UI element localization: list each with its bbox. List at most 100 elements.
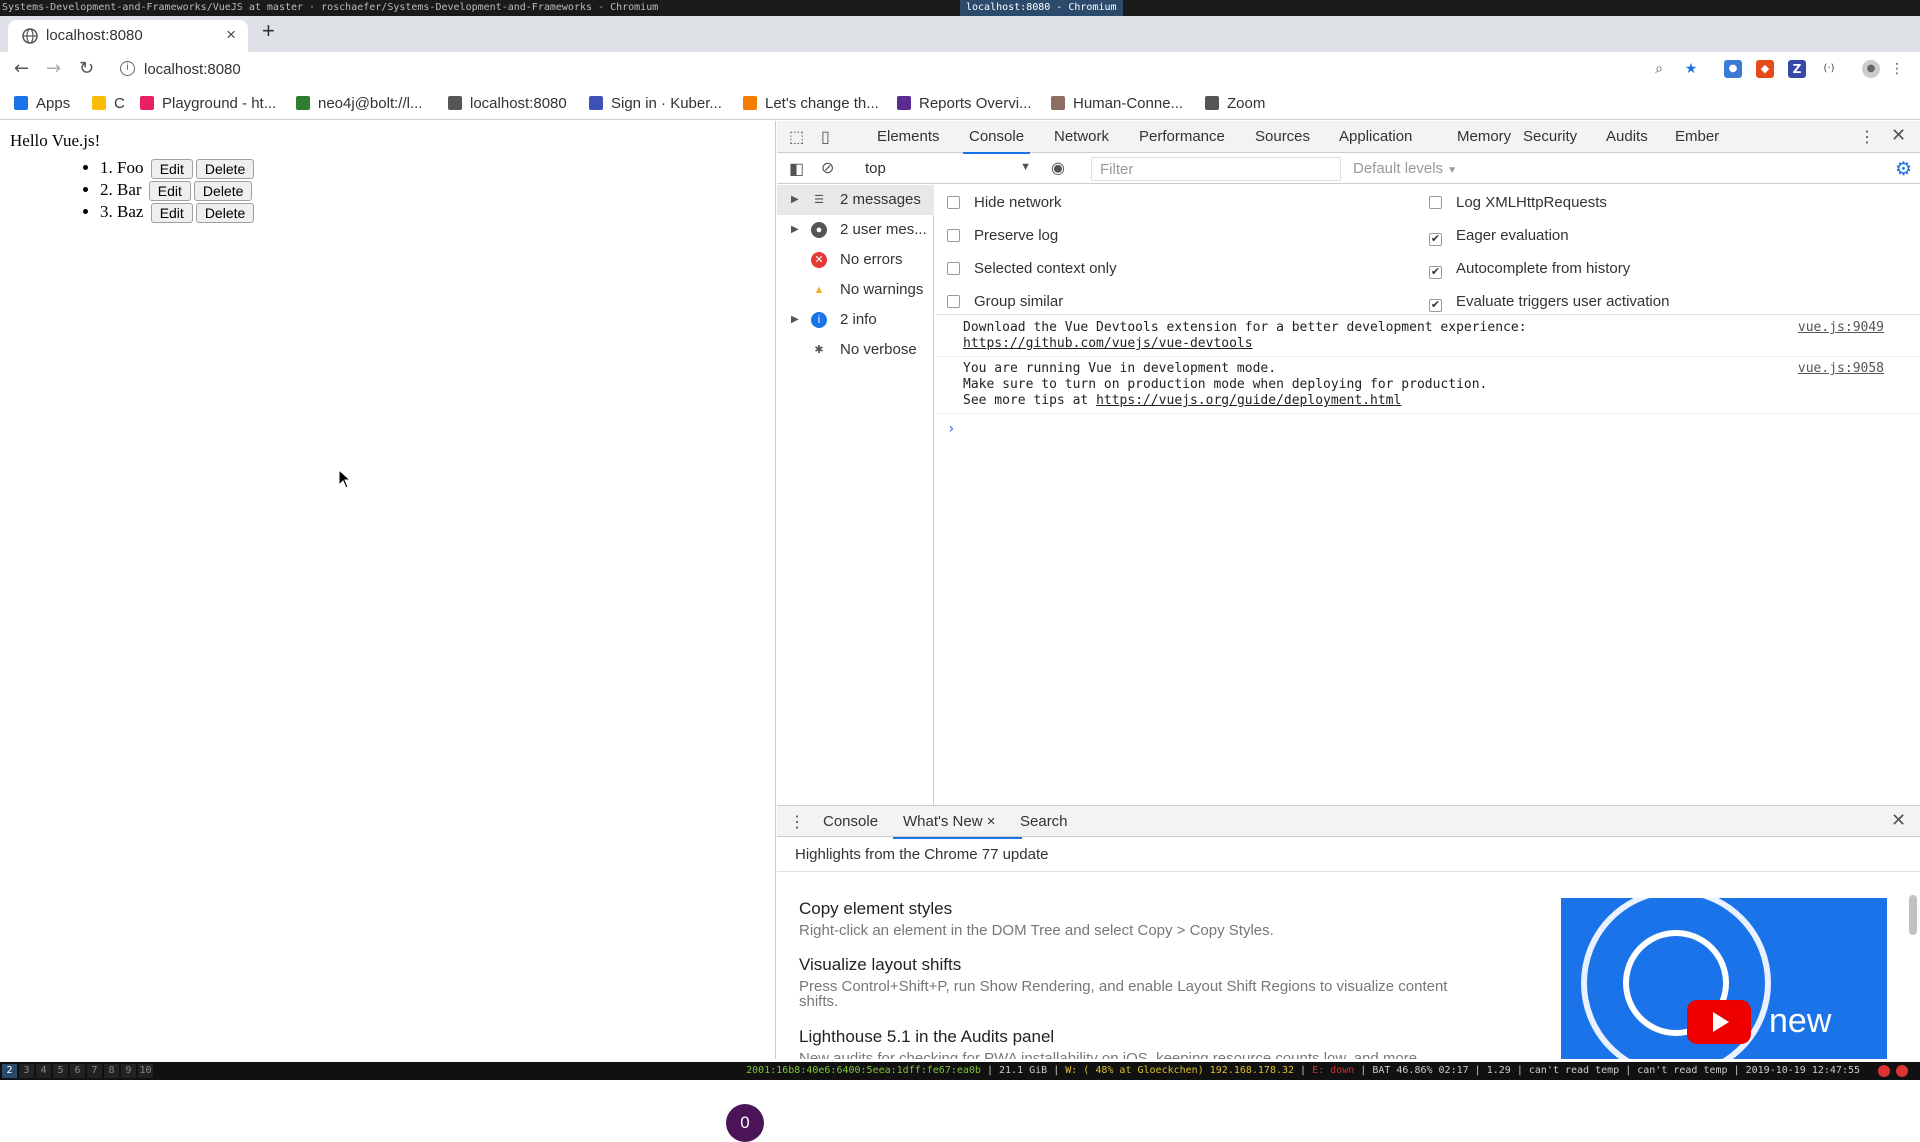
menu-kebab-icon[interactable]: ⋮: [1888, 60, 1906, 78]
workspace-button[interactable]: 6: [70, 1064, 85, 1078]
checkbox-unchecked[interactable]: [947, 196, 960, 209]
sidebar-item[interactable]: ▶ ● 2 user mes...: [777, 215, 934, 245]
message-link[interactable]: https://github.com/vuejs/vue-devtools: [963, 336, 1253, 351]
delete-button[interactable]: Delete: [195, 159, 255, 180]
zotero-icon[interactable]: Z: [1788, 60, 1806, 78]
checkbox-unchecked[interactable]: [1429, 196, 1442, 209]
workspace-button[interactable]: 8: [104, 1064, 119, 1078]
feature-title[interactable]: Copy element styles: [799, 899, 1479, 919]
bookmark-item[interactable]: Zoom: [1205, 94, 1265, 114]
bookmark-item[interactable]: C: [92, 94, 125, 114]
sidebar-item[interactable]: ▶ ☰ 2 messages: [777, 185, 934, 215]
bookmark-item[interactable]: neo4j@bolt://l...: [296, 94, 422, 114]
workspace-button[interactable]: 10: [138, 1064, 153, 1078]
edit-button[interactable]: Edit: [148, 181, 191, 202]
chrome-update-video-banner[interactable]: new: [1561, 898, 1887, 1059]
drawer-tab[interactable]: What's New ×: [893, 813, 1021, 839]
drawer-close-icon[interactable]: ✕: [1891, 810, 1906, 831]
console-settings-gear-icon[interactable]: ⚙: [1895, 158, 1912, 181]
tray-icon[interactable]: [1896, 1065, 1908, 1077]
devtools-tab-audits[interactable]: Audits: [1606, 128, 1648, 145]
bookmark-item[interactable]: Sign in · Kuber...: [589, 94, 722, 114]
console-setting[interactable]: ✔ Evaluate triggers user activation: [1429, 292, 1669, 312]
live-expression-eye-icon[interactable]: ◉: [1051, 158, 1065, 178]
bookmark-item[interactable]: Reports Overvi...: [897, 94, 1032, 114]
feature-title[interactable]: Lighthouse 5.1 in the Audits panel: [799, 1027, 1479, 1047]
reload-icon[interactable]: ↻: [79, 58, 94, 79]
expand-arrow-icon[interactable]: ▶: [791, 215, 799, 245]
devtools-tab-security[interactable]: Security: [1523, 128, 1577, 145]
site-info-icon[interactable]: i: [120, 61, 135, 76]
drawer-tab[interactable]: Console: [823, 813, 878, 830]
bookmark-item[interactable]: Human-Conne...: [1051, 94, 1183, 114]
workspace-button[interactable]: 4: [36, 1064, 51, 1078]
extension-icon[interactable]: (·): [1820, 60, 1838, 78]
sidebar-toggle-icon[interactable]: ◧: [789, 159, 804, 179]
devtools-menu-icon[interactable]: ⋮: [1859, 127, 1875, 147]
console-setting[interactable]: Group similar: [947, 292, 1063, 312]
devtools-tab-elements[interactable]: Elements: [877, 128, 940, 145]
devtools-tab-memory[interactable]: Memory: [1457, 128, 1511, 145]
tray-icon[interactable]: [1878, 1065, 1890, 1077]
drawer-menu-icon[interactable]: ⋮: [789, 812, 805, 832]
inspect-element-icon[interactable]: ⬚: [789, 127, 804, 147]
bookmark-item[interactable]: Apps: [14, 94, 70, 114]
console-setting[interactable]: Preserve log: [947, 226, 1058, 246]
feature-title[interactable]: Visualize layout shifts: [799, 955, 1479, 975]
console-setting[interactable]: ✔ Eager evaluation: [1429, 226, 1569, 246]
tab-close-icon[interactable]: ×: [226, 25, 236, 45]
console-setting[interactable]: Log XMLHttpRequests: [1429, 193, 1607, 213]
sidebar-item[interactable]: ✕ No errors: [777, 245, 934, 275]
scrollbar-thumb[interactable]: [1909, 895, 1917, 935]
workspace-button[interactable]: 7: [87, 1064, 102, 1078]
workspace-button[interactable]: 2: [2, 1064, 17, 1078]
console-setting[interactable]: Hide network: [947, 193, 1062, 213]
devtools-tab-application[interactable]: Application: [1339, 128, 1412, 145]
workspace-button[interactable]: 5: [53, 1064, 68, 1078]
counter-bubble[interactable]: 0: [726, 1104, 764, 1142]
devtools-tab-performance[interactable]: Performance: [1139, 128, 1225, 145]
checkbox-unchecked[interactable]: [947, 295, 960, 308]
profile-avatar-icon[interactable]: ●: [1862, 60, 1880, 78]
message-source-link[interactable]: vue.js:9049: [1798, 320, 1884, 336]
devtools-tab-console[interactable]: Console: [962, 128, 1031, 154]
checkbox-unchecked[interactable]: [947, 229, 960, 242]
expand-arrow-icon[interactable]: ▶: [791, 305, 799, 335]
address-url[interactable]: localhost:8080: [144, 61, 241, 78]
checkbox-checked[interactable]: ✔: [1429, 299, 1442, 312]
edit-button[interactable]: Edit: [150, 159, 193, 180]
extension-icon[interactable]: ◆: [1756, 60, 1774, 78]
new-tab-button[interactable]: +: [262, 18, 275, 44]
play-video-icon[interactable]: [1687, 1000, 1751, 1044]
message-source-link[interactable]: vue.js:9058: [1798, 361, 1884, 377]
workspace-button[interactable]: 3: [19, 1064, 34, 1078]
edit-button[interactable]: Edit: [150, 203, 193, 224]
sidebar-item[interactable]: ✱ No verbose: [777, 335, 934, 365]
bookmark-star-icon[interactable]: ★: [1682, 60, 1700, 78]
sidebar-item[interactable]: ▶ i 2 info: [777, 305, 934, 335]
whats-new-scrollbar[interactable]: [1908, 877, 1918, 1055]
devtools-close-icon[interactable]: ✕: [1891, 125, 1906, 146]
browser-tab[interactable]: localhost:8080 ×: [8, 20, 248, 52]
console-setting[interactable]: Selected context only: [947, 259, 1117, 279]
zoom-icon[interactable]: ⌕: [1650, 60, 1668, 78]
delete-button[interactable]: Delete: [193, 181, 253, 202]
bookmark-item[interactable]: Playground - ht...: [140, 94, 276, 114]
devtools-tab-ember[interactable]: Ember: [1675, 128, 1719, 145]
device-toolbar-icon[interactable]: ▯: [821, 127, 830, 147]
devtools-tab-network[interactable]: Network: [1054, 128, 1109, 145]
forward-icon[interactable]: →: [46, 58, 61, 79]
drawer-tab[interactable]: Search: [1020, 813, 1068, 830]
log-levels-select[interactable]: Default levels ▼: [1353, 160, 1457, 177]
console-setting[interactable]: ✔ Autocomplete from history: [1429, 259, 1630, 279]
back-icon[interactable]: ←: [14, 58, 29, 79]
sidebar-item[interactable]: ▲ No warnings: [777, 275, 934, 305]
devtools-tab-sources[interactable]: Sources: [1255, 128, 1310, 145]
bookmark-item[interactable]: localhost:8080: [448, 94, 567, 114]
checkbox-checked[interactable]: ✔: [1429, 233, 1442, 246]
delete-button[interactable]: Delete: [195, 203, 255, 224]
address-bar[interactable]: i localhost:8080: [112, 56, 1622, 84]
checkbox-unchecked[interactable]: [947, 262, 960, 275]
extension-icon[interactable]: ●: [1724, 60, 1742, 78]
workspace-button[interactable]: 9: [121, 1064, 136, 1078]
